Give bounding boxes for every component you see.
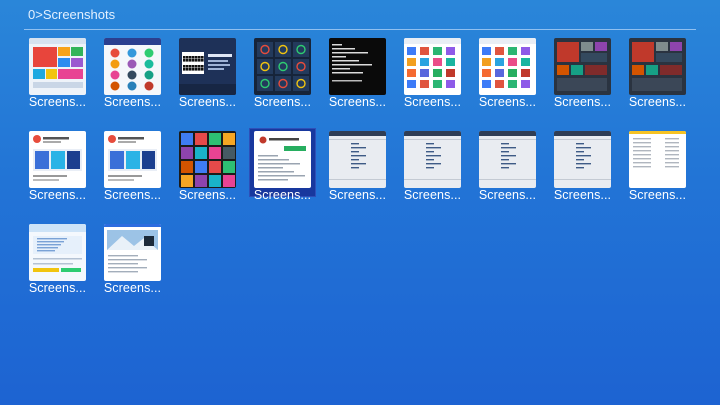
- screenshot-label: Screens...: [178, 95, 237, 109]
- screenshot-label: Screens...: [553, 95, 612, 109]
- screenshot-thumbnail: [479, 131, 536, 188]
- screenshot-item[interactable]: Screens...: [400, 36, 465, 109]
- screenshot-thumbnail: [404, 131, 461, 188]
- screenshot-label: Screens...: [28, 188, 87, 202]
- screenshot-item[interactable]: Screens...: [100, 222, 165, 295]
- screenshot-item[interactable]: Screens...: [325, 129, 390, 202]
- screenshot-label: Screens...: [28, 281, 87, 295]
- screenshot-label: Screens...: [103, 95, 162, 109]
- screenshot-item[interactable]: Screens...: [25, 222, 90, 295]
- screenshot-label: Screens...: [403, 188, 462, 202]
- screenshot-item[interactable]: Screens...: [249, 128, 316, 202]
- screenshot-item[interactable]: Screens...: [175, 36, 240, 109]
- header-divider: [24, 29, 696, 30]
- path-breadcrumb: 0>Screenshots: [28, 7, 116, 22]
- screenshot-label: Screens...: [253, 95, 312, 109]
- screenshot-label: Screens...: [103, 281, 162, 295]
- screenshot-label: Screens...: [328, 95, 387, 109]
- screenshot-label: Screens...: [628, 188, 687, 202]
- screenshot-thumbnail: [329, 131, 386, 188]
- screenshot-thumbnail: [479, 38, 536, 95]
- screenshot-label: Screens...: [478, 188, 537, 202]
- screenshot-thumbnail: [629, 131, 686, 188]
- screenshot-thumbnail: [29, 131, 86, 188]
- screenshot-thumbnail: [554, 38, 611, 95]
- screenshot-thumbnail: [629, 38, 686, 95]
- screenshot-thumbnail: [554, 131, 611, 188]
- screenshot-thumbnail: [404, 38, 461, 95]
- screenshot-label: Screens...: [553, 188, 612, 202]
- screenshot-label: Screens...: [628, 95, 687, 109]
- screenshot-thumbnail: [254, 38, 311, 95]
- screenshot-thumbnail: [329, 38, 386, 95]
- screenshot-label: Screens...: [328, 188, 387, 202]
- screenshot-grid: Screens... Screens... Screens... Screens...…: [25, 36, 705, 295]
- screenshot-item[interactable]: Screens...: [400, 129, 465, 202]
- screenshot-item[interactable]: Screens...: [250, 36, 315, 109]
- screenshot-item[interactable]: Screens...: [100, 36, 165, 109]
- screenshot-thumbnail: [179, 38, 236, 95]
- screenshot-thumbnail: [104, 38, 161, 95]
- screenshot-thumbnail: [179, 131, 236, 188]
- screenshot-thumbnail: [104, 224, 161, 281]
- screenshot-thumbnail: [29, 224, 86, 281]
- screenshot-thumbnail: [254, 131, 311, 188]
- screenshot-item[interactable]: Screens...: [625, 36, 690, 109]
- screenshot-item[interactable]: Screens...: [175, 129, 240, 202]
- screenshot-item[interactable]: Screens...: [25, 129, 90, 202]
- screenshot-item[interactable]: Screens...: [100, 129, 165, 202]
- screenshot-item[interactable]: Screens...: [325, 36, 390, 109]
- screenshot-label: Screens...: [403, 95, 462, 109]
- screenshot-thumbnail: [29, 38, 86, 95]
- screenshot-item[interactable]: Screens...: [550, 36, 615, 109]
- screenshot-label: Screens...: [103, 188, 162, 202]
- screenshot-label: Screens...: [178, 188, 237, 202]
- screenshot-thumbnail: [104, 131, 161, 188]
- screenshot-label: Screens...: [253, 188, 312, 202]
- screenshot-item[interactable]: Screens...: [475, 36, 540, 109]
- screenshot-label: Screens...: [28, 95, 87, 109]
- screenshot-item[interactable]: Screens...: [25, 36, 90, 109]
- screenshot-item[interactable]: Screens...: [550, 129, 615, 202]
- screenshot-item[interactable]: Screens...: [625, 129, 690, 202]
- screenshot-label: Screens...: [478, 95, 537, 109]
- screenshot-item[interactable]: Screens...: [475, 129, 540, 202]
